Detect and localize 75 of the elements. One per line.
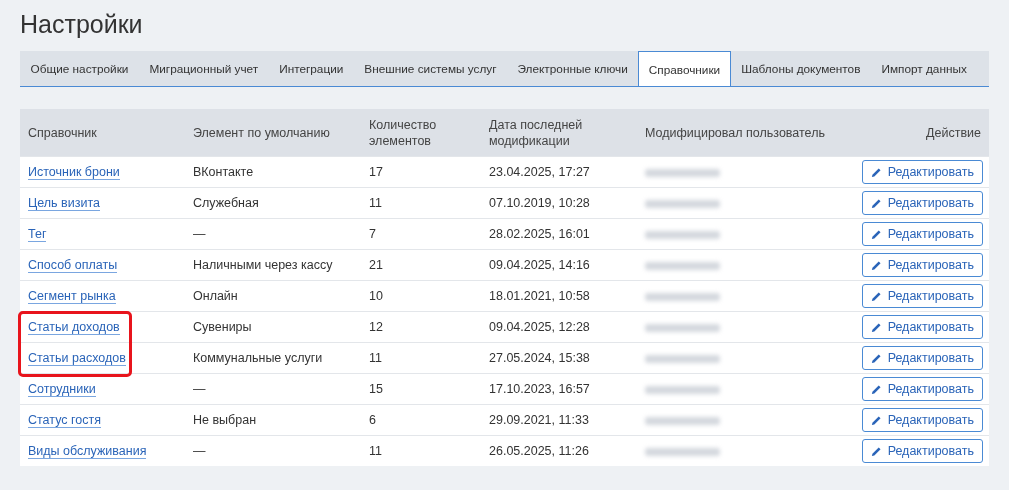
element-count: 17 [369, 165, 383, 179]
column-header: Элемент по умолчанию [193, 125, 330, 140]
directory-link[interactable]: Способ оплаты [28, 258, 118, 273]
edit-button[interactable]: Редактировать [861, 346, 983, 370]
pencil-icon [870, 383, 882, 395]
default-element: — [193, 227, 206, 241]
element-count: 12 [369, 320, 383, 334]
directory-link[interactable]: Цель визита [28, 196, 100, 211]
default-element: Не выбран [193, 413, 257, 427]
pencil-icon [870, 259, 882, 271]
tab[interactable]: Шаблоны документов [730, 51, 871, 86]
modified-date: 18.01.2021, 10:58 [489, 289, 590, 303]
default-element: Онлайн [193, 289, 238, 303]
pencil-icon [870, 228, 882, 240]
modified-date: 26.05.2025, 11:26 [489, 444, 589, 458]
pencil-icon [870, 352, 882, 364]
tab[interactable]: Интеграции [268, 51, 354, 86]
directory-link[interactable]: Статьи доходов [28, 320, 120, 335]
edit-button[interactable]: Редактировать [861, 315, 983, 339]
default-element: Служебная [193, 196, 259, 210]
column-header: Дата последней модификации [489, 117, 583, 148]
default-element: Наличными через кассу [193, 258, 333, 272]
pencil-icon [870, 197, 882, 209]
element-count: 11 [369, 351, 382, 365]
column-header: Количество элементов [369, 117, 437, 148]
tab[interactable]: Общие настройки [20, 51, 139, 86]
edit-button[interactable]: Редактировать [861, 253, 983, 277]
modified-date: 27.05.2024, 15:38 [489, 351, 590, 365]
modified-date: 09.04.2025, 14:16 [489, 258, 590, 272]
column-header: Справочник [28, 125, 97, 140]
default-element: ВКонтакте [193, 165, 254, 179]
directory-link[interactable]: Источник брони [28, 165, 120, 180]
modified-date: 17.10.2023, 16:57 [489, 382, 590, 396]
directory-link[interactable]: Виды обслуживания [28, 444, 147, 459]
pencil-icon [870, 445, 882, 457]
column-header: Действие [926, 125, 981, 140]
default-element: — [193, 444, 206, 458]
directory-link[interactable]: Сегмент рынка [28, 289, 116, 304]
modified-date: 07.10.2019, 10:28 [489, 196, 590, 210]
tab[interactable]: Внешние системы услуг [353, 51, 508, 86]
page-title: Настройки [20, 10, 144, 39]
modified-date: 09.04.2025, 12:28 [489, 320, 590, 334]
element-count: 7 [369, 227, 376, 241]
default-element: Сувениры [193, 320, 252, 334]
edit-button[interactable]: Редактировать [861, 191, 983, 215]
default-element: Коммунальные услуги [193, 351, 323, 365]
element-count: 21 [369, 258, 383, 272]
tab[interactable]: Справочники [638, 51, 731, 86]
tab[interactable]: Миграционный учет [138, 51, 269, 86]
element-count: 10 [369, 289, 383, 303]
element-count: 6 [369, 413, 376, 427]
element-count: 11 [369, 196, 382, 210]
element-count: 11 [369, 444, 382, 458]
edit-button[interactable]: Редактировать [861, 284, 983, 308]
element-count: 15 [369, 382, 383, 396]
pencil-icon [870, 321, 882, 333]
tab[interactable]: Импорт данных [870, 51, 978, 86]
edit-button[interactable]: Редактировать [861, 222, 983, 246]
pencil-icon [870, 414, 882, 426]
default-element: — [193, 382, 206, 396]
edit-button[interactable]: Редактировать [861, 408, 983, 432]
edit-button[interactable]: Редактировать [861, 160, 983, 184]
modified-date: 23.04.2025, 17:27 [489, 165, 590, 179]
pencil-icon [870, 166, 882, 178]
pencil-icon [870, 290, 882, 302]
directory-link[interactable]: Статус гостя [28, 413, 101, 428]
modified-date: 28.02.2025, 16:01 [489, 227, 590, 241]
directory-link[interactable]: Сотрудники [28, 382, 96, 397]
modified-date: 29.09.2021, 11:33 [489, 413, 589, 427]
directory-link[interactable]: Тег [28, 227, 47, 242]
column-header: Модифицировал пользователь [645, 125, 825, 140]
edit-button[interactable]: Редактировать [861, 439, 983, 463]
directory-link[interactable]: Статьи расходов [28, 351, 126, 366]
edit-button[interactable]: Редактировать [861, 377, 983, 401]
tab[interactable]: Электронные ключи [507, 51, 639, 86]
